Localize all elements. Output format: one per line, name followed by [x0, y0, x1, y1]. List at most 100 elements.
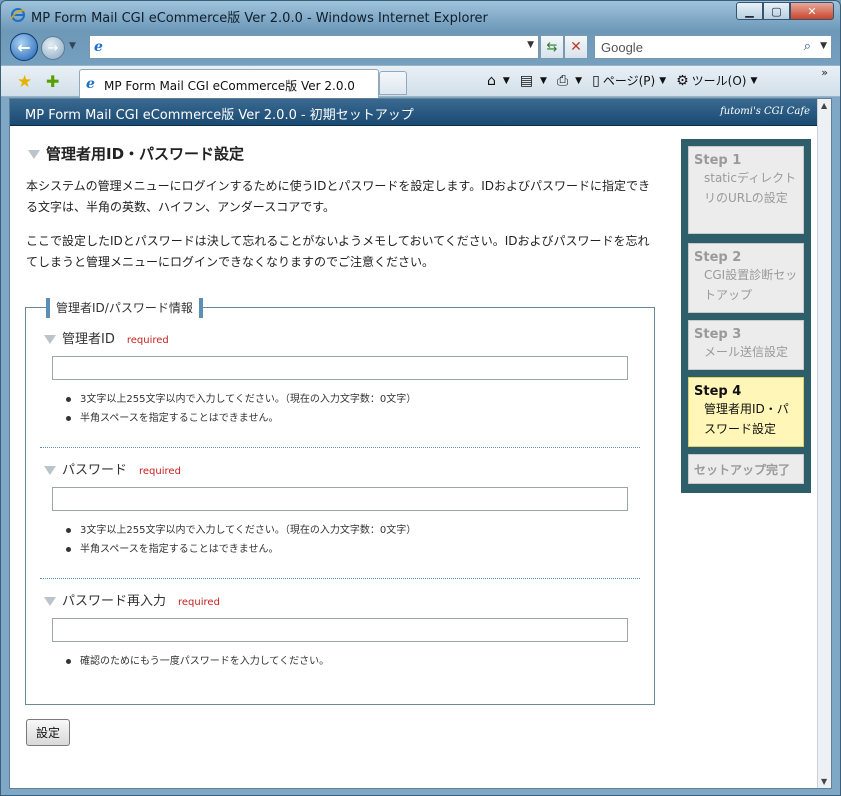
triangle-icon [44, 597, 56, 606]
search-box: ⌕ ▼ [594, 35, 832, 59]
back-arrow-icon: ← [17, 37, 31, 57]
chevron-down-icon: ▼ [659, 75, 667, 86]
step-1: Step 1 staticディレクトリのURLの設定 [688, 146, 804, 234]
window-title: MP Form Mail CGI eCommerce版 Ver 2.0.0 - … [31, 11, 488, 26]
home-button[interactable]: ⌂ ▼ [487, 73, 510, 89]
search-dropdown-icon[interactable]: ▼ [820, 41, 827, 51]
stop-button[interactable]: ✕ [564, 35, 588, 59]
scroll-down-icon[interactable]: ▼ [821, 777, 827, 786]
password-confirm-input[interactable] [52, 618, 628, 642]
close-button[interactable]: ✕ [790, 2, 834, 20]
field-label: パスワード再入力 required [44, 590, 220, 609]
feeds-button[interactable]: ▤ ▼ [520, 73, 547, 89]
title-bar: MP Form Mail CGI eCommerce版 Ver 2.0.0 - … [1, 1, 840, 29]
forward-button[interactable]: → [41, 36, 65, 60]
step-description: 管理者用ID・パスワード設定 [704, 402, 789, 436]
scroll-up-icon[interactable]: ▲ [821, 101, 827, 110]
new-tab-button[interactable] [379, 71, 407, 95]
admin-id-input[interactable] [52, 356, 628, 380]
back-button[interactable]: ← [10, 33, 38, 61]
field-hints: 3文字以上255文字以内で入力してください。（現在の入力文字数：0文字） 半角ス… [65, 521, 416, 559]
step-number: Step 2 [694, 250, 742, 265]
triangle-icon [44, 466, 56, 475]
hint-item: 3文字以上255文字以内で入力してください。（現在の入力文字数：0文字） [65, 521, 416, 540]
step-description: メール送信設定 [704, 345, 789, 359]
toolbar-overflow-icon[interactable]: » [821, 66, 828, 79]
step-number: Step 1 [694, 153, 742, 168]
page-title-text: 管理者用ID・パスワード設定 [46, 145, 245, 163]
app-brand: futomi's CGI Cafe [720, 106, 810, 117]
fieldset-legend: 管理者ID/パスワード情報 [46, 298, 203, 318]
field-hints: 確認のためにもう一度パスワードを入力してください。 [65, 652, 329, 671]
step-complete: セットアップ完了 [688, 454, 804, 484]
step-number: Step 4 [694, 384, 742, 399]
field-label-text: 管理者ID [62, 332, 115, 347]
field-label-text: パスワード再入力 [62, 594, 167, 609]
printer-icon: ⎙ [556, 72, 569, 89]
rss-icon: ▤ [519, 72, 534, 89]
vertical-scrollbar[interactable]: ▲ ▼ [817, 99, 831, 788]
star-icon[interactable]: ★ [17, 72, 32, 92]
setup-steps-panel: Step 1 staticディレクトリのURLの設定 Step 2 CGI設置診… [681, 139, 811, 493]
refresh-button[interactable]: ⇆ [540, 35, 564, 59]
app-title: MP Form Mail CGI eCommerce版 Ver 2.0.0 - … [25, 108, 414, 123]
ie-app-icon [10, 7, 26, 23]
required-marker: required [178, 597, 220, 608]
field-hints: 3文字以上255文字以内で入力してください。（現在の入力文字数：0文字） 半角ス… [65, 390, 416, 428]
password-input[interactable] [52, 487, 628, 511]
search-input[interactable] [595, 36, 795, 58]
warning-paragraph: ここで設定したIDとパスワードは決して忘れることがないようメモしておいてください… [26, 234, 650, 269]
tab-label: MP Form Mail CGI eCommerce版 Ver 2.0.0 [104, 79, 355, 93]
step-description: CGI設置診断セットアップ [704, 268, 798, 302]
required-marker: required [139, 466, 181, 477]
window-controls: ▁ ▢ ✕ [736, 2, 834, 20]
stop-icon: ✕ [570, 39, 582, 55]
home-icon: ⌂ [487, 72, 496, 89]
submit-button[interactable]: 設定 [26, 719, 70, 746]
chevron-down-icon: ▼ [502, 75, 510, 86]
maximize-button[interactable]: ▢ [763, 2, 790, 20]
step-4: Step 4 管理者用ID・パスワード設定 [688, 377, 804, 447]
forward-arrow-icon: → [47, 40, 59, 56]
field-divider [40, 578, 640, 579]
field-label-text: パスワード [62, 463, 128, 478]
hint-item: 確認のためにもう一度パスワードを入力してください。 [65, 652, 329, 671]
step-description: staticディレクトリのURLの設定 [704, 171, 797, 205]
field-label: 管理者ID required [44, 328, 169, 347]
tab-bar: ★ ✚ e MP Form Mail CGI eCommerce版 Ver 2.… [1, 65, 840, 98]
tools-menu[interactable]: ⚙ ツール(O) ▼ [676, 72, 757, 89]
page-icon: ▯ [592, 72, 600, 89]
page-title: 管理者用ID・パスワード設定 [28, 143, 244, 164]
step-number: セットアップ完了 [694, 463, 791, 477]
triangle-icon [44, 335, 56, 344]
hint-item: 3文字以上255文字以内で入力してください。（現在の入力文字数：0文字） [65, 390, 416, 409]
navigation-bar: ← → ▼ e ▼ ⇆ ✕ ⌕ ▼ [1, 31, 840, 63]
minimize-button[interactable]: ▁ [736, 2, 763, 20]
chevron-down-icon: ▼ [575, 75, 583, 86]
required-marker: required [126, 335, 169, 346]
triangle-icon [28, 150, 40, 159]
recent-pages-dropdown[interactable]: ▼ [69, 41, 76, 51]
browser-window: MP Form Mail CGI eCommerce版 Ver 2.0.0 - … [0, 0, 841, 796]
field-label: パスワード required [44, 459, 181, 478]
step-number: Step 3 [694, 327, 742, 342]
page-menu-label: ページ(P) [602, 74, 656, 88]
chevron-down-icon: ▼ [750, 75, 758, 86]
step-2: Step 2 CGI設置診断セットアップ [688, 243, 804, 313]
credentials-fieldset: 管理者ID/パスワード情報 管理者ID required 3文字以上255文字以内… [25, 298, 655, 705]
field-divider [40, 447, 640, 448]
tab-active[interactable]: e MP Form Mail CGI eCommerce版 Ver 2.0.0 [79, 69, 379, 98]
chevron-down-icon: ▼ [540, 75, 547, 86]
address-bar[interactable]: e ▼ [89, 35, 539, 59]
gear-icon: ⚙ [676, 72, 689, 89]
intro-paragraph: 本システムの管理メニューにログインするために使うIDとパスワードを設定します。I… [26, 179, 651, 214]
add-favorite-icon[interactable]: ✚ [46, 72, 59, 91]
print-button[interactable]: ⎙ ▼ [557, 73, 582, 89]
address-dropdown-icon[interactable]: ▼ [527, 40, 534, 50]
hint-item: 半角スペースを指定することはできません。 [65, 409, 416, 428]
command-bar: ⌂ ▼ ▤ ▼ ⎙ ▼ ▯ ページ(P) ▼ ⚙ ツール(O) ▼ [487, 72, 767, 89]
magnifier-icon[interactable]: ⌕ [804, 39, 811, 54]
refresh-icon: ⇆ [546, 39, 558, 55]
tab-page-icon: e [86, 76, 95, 92]
page-menu[interactable]: ▯ ページ(P) ▼ [592, 72, 666, 89]
